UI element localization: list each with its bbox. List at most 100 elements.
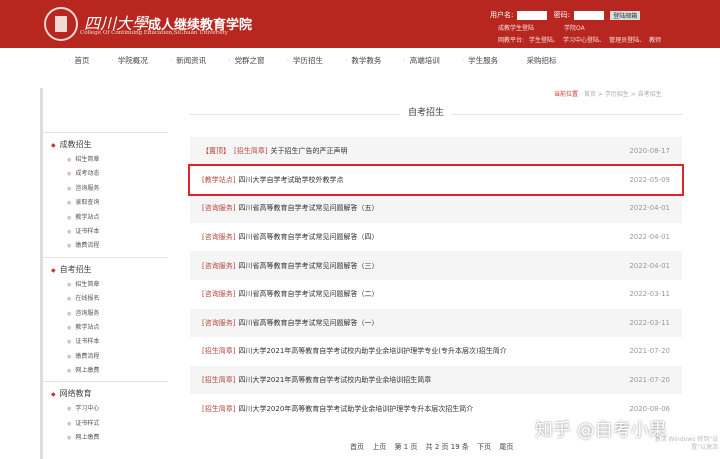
article-row[interactable]: [咨询服务] 四川省高等教育自学考试常见问题解答（四） 2022-04-01 (190, 223, 682, 252)
main-nav: 首页 学院概况 新闻资讯 党群之窗 学历招生 教学教务 高端培训 学生服务 采购… (68, 55, 579, 66)
sidebar-item[interactable]: 网上缴费 (51, 364, 168, 378)
sidebar-group-title[interactable]: 网络教育 (51, 388, 168, 399)
article-link[interactable]: [咨询服务] 四川省高等教育自学考试常见问题解答（五） (202, 203, 378, 213)
sidebar-group-title[interactable]: 自考招生 (51, 264, 168, 275)
article-row[interactable]: [咨询服务] 四川省高等教育自学考试常见问题解答（五） 2022-04-01 (190, 194, 682, 223)
article-list: 【置顶】 [招生简章] 关于招生广告的严正声明 2020-08-17 [教学站点] 四川大… (188, 137, 684, 423)
article-link[interactable]: [教学站点] 四川大学自学考试助学校外教学点 (202, 175, 343, 185)
password-input[interactable] (573, 10, 604, 20)
sidebar-item[interactable]: 成考动态 (51, 167, 168, 181)
section-divider: 自考招生 (190, 105, 682, 118)
username-input[interactable] (517, 10, 548, 20)
nav-student-services[interactable]: 学生服务 (462, 55, 498, 66)
university-seal-logo[interactable] (44, 7, 78, 41)
sidebar-item[interactable]: 缴费流程 (51, 239, 168, 253)
article-title[interactable]: 四川大学2021年高等教育自学考试校内助学业余培训招生简章 (238, 376, 431, 384)
article-row[interactable]: [招生简章] 四川大学2021年高等教育自学考试校内助学业余培训护理学专业(专升本… (190, 337, 682, 366)
nav-training[interactable]: 高端培训 (403, 55, 440, 66)
article-title[interactable]: 四川省高等教育自学考试常见问题解答（二） (238, 290, 378, 298)
pager-last[interactable]: 尾页 (499, 443, 513, 451)
article-date: 2022-03-11 (629, 318, 670, 327)
breadcrumb-path[interactable]: 首页 > 学历招生 > 自考招生 (584, 91, 662, 98)
article-link[interactable]: [咨询服务] 四川省高等教育自学考试常见问题解答（四） (202, 232, 378, 242)
article-title[interactable]: 四川大学2021年高等教育自学考试校内助学业余培训护理学专业(专升本层次)招生简… (238, 347, 506, 355)
login-button[interactable]: 登陆邮箱 (610, 10, 641, 20)
sidebar-item[interactable]: 招生简章 (51, 153, 168, 167)
article-title[interactable]: 四川大学自学考试助学校外教学点 (238, 176, 343, 184)
sidebar-item[interactable]: 咨询服务 (51, 182, 168, 196)
login-form: 用户名: 密码: 登陆邮箱 (490, 10, 641, 20)
nav-teaching[interactable]: 教学教务 (345, 55, 381, 66)
nav-news[interactable]: 新闻资讯 (170, 55, 206, 66)
article-category[interactable]: [咨询服务] (202, 262, 235, 270)
sidebar-item[interactable]: 教学站点 (51, 211, 168, 225)
platform-label: 网教平台: (498, 37, 525, 44)
article-title[interactable]: 四川省高等教育自学考试常见问题解答（五） (238, 204, 378, 212)
article-link[interactable]: [招生简章] 四川大学2021年高等教育自学考试校内助学业余培训护理学专业(专升本… (202, 346, 507, 356)
article-row[interactable]: 【置顶】 [招生简章] 关于招生广告的严正声明 2020-08-17 (190, 137, 682, 166)
article-link[interactable]: [咨询服务] 四川省高等教育自学考试常见问题解答（一） (202, 318, 378, 328)
sidebar-item[interactable]: 咨询服务 (51, 307, 168, 321)
article-link[interactable]: [咨询服务] 四川省高等教育自学考试常见问题解答（二） (202, 289, 378, 299)
article-row[interactable]: [咨询服务] 四川省高等教育自学考试常见问题解答（一） 2022-03-11 (190, 308, 682, 338)
pager-total: 共 2 页 19 条 (425, 443, 469, 451)
username-label: 用户名: (490, 11, 514, 19)
article-row[interactable]: [咨询服务] 四川省高等教育自学考试常见问题解答（二） 2022-03-11 (190, 280, 682, 309)
pinned-badge: 【置顶】 (202, 147, 230, 156)
nav-home[interactable]: 首页 (68, 55, 89, 66)
article-date: 2021-07-20 (629, 376, 670, 385)
article-title[interactable]: 四川省高等教育自学考试常见问题解答（一） (238, 319, 378, 327)
article-link[interactable]: 【置顶】 [招生简章] 关于招生广告的严正声明 (202, 146, 347, 156)
section-title: 自考招生 (400, 105, 453, 118)
article-title[interactable]: 四川省高等教育自学考试常见问题解答（三） (238, 262, 378, 270)
sidebar-item[interactable]: 证书样本 (51, 335, 168, 349)
article-category[interactable]: [教学站点] (202, 176, 235, 184)
pager-prev[interactable]: 上页 (372, 443, 386, 451)
article-category[interactable]: [咨询服务] (202, 233, 235, 241)
article-title[interactable]: 关于招生广告的严正声明 (270, 147, 347, 155)
nav-party[interactable]: 党群之窗 (228, 55, 265, 66)
nav-admissions[interactable]: 学历招生 (287, 55, 323, 66)
student-login-link[interactable]: 学生登陆、 (529, 37, 559, 44)
article-category[interactable]: [咨询服务] (202, 204, 235, 212)
center-login-link[interactable]: 学习中心登陆、 (563, 37, 605, 44)
article-link[interactable]: [招生简章] 四川大学2021年高等教育自学考试校内助学业余培训招生简章 (202, 375, 431, 385)
admin-login-link[interactable]: 管理员登陆、 (609, 37, 645, 44)
sidebar-item[interactable]: 在线报名 (51, 292, 168, 306)
sidebar-item[interactable]: 证书样式 (51, 417, 168, 431)
sidebar-item[interactable]: 教学站点 (51, 321, 168, 335)
article-category[interactable]: [招生简章] (202, 405, 235, 413)
sidebar-item[interactable]: 网上缴费 (51, 431, 168, 445)
article-category[interactable]: [招生简章] (234, 147, 267, 155)
windows-activation-notice: 激活 Windows 转到"设置"以激活 (654, 436, 718, 451)
sidebar-group: 自考招生招生简章在线报名咨询服务教学站点证书样本缴费流程网上缴费 (43, 256, 168, 382)
sidebar-item[interactable]: 招生简章 (51, 278, 168, 292)
article-row[interactable]: [招生简章] 四川大学2021年高等教育自学考试校内助学业余培训招生简章 2021-… (190, 365, 682, 395)
sidebar-item[interactable]: 录取查询 (51, 196, 168, 210)
nav-procurement[interactable]: 采购招标 (520, 55, 557, 66)
article-title[interactable]: 四川大学2020年高等教育自学考试助学业余培训护理学专升本层次招生简介 (238, 405, 473, 413)
pager-next[interactable]: 下页 (477, 443, 491, 451)
sidebar-item[interactable]: 证书样本 (51, 225, 168, 239)
article-row[interactable]: [咨询服务] 四川省高等教育自学考试常见问题解答（三） 2022-04-01 (190, 251, 682, 280)
article-category[interactable]: [招生简章] (202, 376, 235, 384)
sidebar-item[interactable]: 学习中心 (51, 402, 168, 416)
article-date: 2020-08-17 (629, 147, 670, 156)
article-category[interactable]: [招生简章] (202, 347, 235, 355)
oa-link[interactable]: 学院OA (564, 25, 585, 32)
article-category[interactable]: [咨询服务] (202, 319, 235, 327)
sidebar-item[interactable]: 缴费流程 (51, 350, 168, 364)
article-category[interactable]: [咨询服务] (202, 290, 235, 298)
sidebar-group-title[interactable]: 成教招生 (51, 139, 168, 150)
login-links: 成教学生登陆 学院OA (498, 23, 585, 32)
article-title[interactable]: 四川省高等教育自学考试常见问题解答（四） (238, 233, 378, 241)
article-link[interactable]: [咨询服务] 四川省高等教育自学考试常见问题解答（三） (202, 261, 378, 271)
pager-first[interactable]: 首页 (350, 443, 364, 451)
adult-student-login-link[interactable]: 成教学生登陆 (498, 25, 534, 32)
article-row[interactable]: [教学站点] 四川大学自学考试助学校外教学点 2022-05-09 (188, 163, 684, 197)
teacher-login-link[interactable]: 教师 (649, 37, 661, 44)
article-date: 2022-04-01 (629, 204, 670, 213)
sidebar: 成教招生招生简章成考动态咨询服务录取查询教学站点证书样本缴费流程自考招生招生简章… (40, 88, 168, 459)
nav-about[interactable]: 学院概况 (111, 55, 148, 66)
article-link[interactable]: [招生简章] 四川大学2020年高等教育自学考试助学业余培训护理学专升本层次招生简… (202, 404, 473, 414)
